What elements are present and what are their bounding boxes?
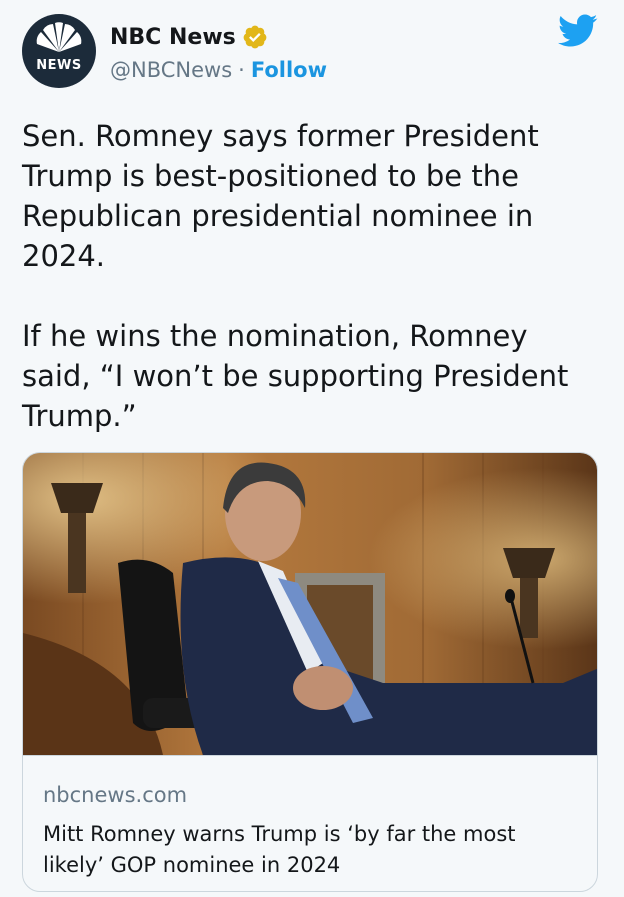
card-domain: nbcnews.com	[43, 783, 188, 807]
tweet-text: Sen. Romney says former President Trump …	[22, 119, 569, 433]
card-divider	[23, 755, 597, 756]
display-name[interactable]: NBC News	[110, 25, 236, 50]
link-card[interactable]: nbcnews.com Mitt Romney warns Trump is ‘…	[22, 452, 598, 892]
handle[interactable]: @NBCNews	[110, 58, 232, 82]
twitter-bird-icon[interactable]	[558, 14, 598, 48]
nbc-peacock-icon	[36, 22, 82, 52]
name-row: NBC News	[110, 24, 268, 50]
photo-senator-hearing-room[interactable]	[23, 453, 598, 755]
tweet-embed: NEWS NBC News @NBCNews · Follow Sen. Rom…	[0, 0, 624, 897]
follow-button[interactable]: Follow	[251, 58, 327, 82]
avatar[interactable]: NEWS	[22, 14, 96, 88]
separator: ·	[238, 58, 245, 82]
card-title[interactable]: Mitt Romney warns Trump is ‘by far the m…	[43, 819, 573, 881]
avatar-label: NEWS	[36, 58, 82, 73]
handle-row: @NBCNews · Follow	[110, 58, 327, 82]
verified-badge-icon	[243, 25, 267, 49]
